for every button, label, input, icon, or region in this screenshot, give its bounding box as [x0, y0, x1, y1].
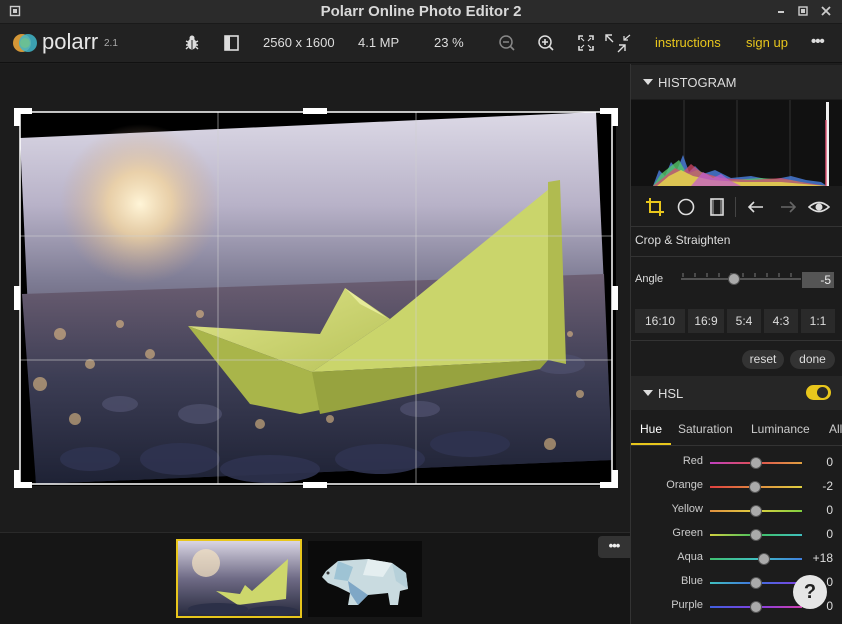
hsl-row-label: Blue: [680, 575, 703, 587]
redo-icon[interactable]: [778, 197, 798, 217]
histogram-graph: [631, 100, 842, 186]
rectangle-tool-icon[interactable]: [707, 197, 727, 217]
filmstrip: •••: [0, 532, 630, 624]
hsl-row-value: -2: [822, 479, 833, 493]
divider: [631, 256, 842, 257]
restore-icon[interactable]: [796, 5, 810, 19]
hsl-slider-knob[interactable]: [758, 553, 771, 565]
tab-luminance[interactable]: Luminance: [751, 422, 810, 436]
photo-image: [20, 112, 612, 484]
tab-hue[interactable]: Hue: [631, 412, 671, 445]
divider: [631, 340, 842, 341]
hsl-header[interactable]: HSL: [631, 376, 842, 410]
more-menu-button[interactable]: •••: [811, 33, 825, 50]
hsl-row-aqua: Aqua +18: [631, 547, 842, 571]
adjustments-panel: HISTOGRAM Crop & Straighten Angle -5 16:…: [630, 64, 842, 624]
toggle-knob: [817, 387, 828, 398]
hsl-row-red: Red 0: [631, 451, 842, 475]
ratio-16-10-button[interactable]: 16:10: [635, 309, 685, 333]
hsl-row-label: Purple: [671, 599, 703, 611]
hsl-enable-toggle[interactable]: [806, 385, 831, 400]
zoom-level: 23 %: [434, 35, 464, 50]
undo-icon[interactable]: [746, 197, 766, 217]
collapse-triangle-icon: [643, 390, 653, 396]
hsl-row-label: Green: [672, 527, 703, 539]
hsl-row-label: Orange: [666, 479, 703, 491]
hsl-row-green: Green 0: [631, 523, 842, 547]
tab-saturation[interactable]: Saturation: [678, 422, 733, 436]
tab-hue-label: Hue: [640, 422, 663, 436]
reset-button[interactable]: reset: [742, 350, 784, 369]
version-label: 2.1: [104, 38, 118, 49]
hsl-row-value: 0: [826, 599, 833, 613]
logo-text: polarr: [42, 29, 99, 54]
hsl-title: HSL: [658, 386, 684, 401]
image-megapixels: 4.1 MP: [358, 35, 400, 50]
ratio-1-1-button[interactable]: 1:1: [801, 309, 835, 333]
paper-boat-thumbnail[interactable]: [176, 539, 302, 618]
hsl-row-label: Yellow: [671, 503, 703, 515]
hsl-tabs: Hue Saturation Luminance All: [631, 412, 842, 446]
polarr-logo-icon: [12, 30, 38, 56]
window-title: Polarr Online Photo Editor 2: [320, 3, 522, 20]
hsl-slider-knob[interactable]: [750, 457, 762, 469]
ratio-16-9-button[interactable]: 16:9: [688, 309, 724, 333]
zoom-out-icon[interactable]: [497, 33, 517, 53]
hsl-slider-knob[interactable]: [750, 577, 762, 589]
bug-icon[interactable]: [182, 33, 202, 53]
tool-row: [631, 187, 842, 227]
hsl-row-value: 0: [826, 503, 833, 517]
angle-label: Angle: [635, 273, 664, 285]
hsl-slider-knob[interactable]: [750, 529, 762, 541]
hsl-row-value: 0: [826, 575, 833, 589]
filmstrip-more-button[interactable]: •••: [598, 536, 630, 558]
ratio-4-3-button[interactable]: 4:3: [764, 309, 798, 333]
tab-all[interactable]: All: [829, 422, 842, 436]
hsl-row-label: Red: [682, 455, 703, 467]
hsl-row-value: 0: [826, 455, 833, 469]
hsl-row-value: +18: [812, 551, 833, 565]
crop-section-title: Crop & Straighten: [635, 233, 731, 247]
image-dimensions: 2560 x 1600: [263, 35, 335, 50]
hsl-slider-knob[interactable]: [749, 481, 762, 493]
angle-value-input[interactable]: -5: [802, 272, 834, 288]
hsl-slider-knob[interactable]: [750, 601, 762, 613]
hsl-row-label: Aqua: [677, 551, 703, 563]
fit-screen-icon[interactable]: [576, 33, 596, 53]
preview-eye-icon[interactable]: [807, 197, 831, 217]
help-button[interactable]: ?: [793, 575, 827, 609]
hsl-row-orange: Orange -2: [631, 475, 842, 499]
hsl-slider-track[interactable]: [710, 558, 802, 560]
hsl-row-yellow: Yellow 0: [631, 499, 842, 523]
crop-tool-icon[interactable]: [645, 197, 665, 217]
sidebar-toggle-icon[interactable]: [222, 33, 242, 53]
close-icon[interactable]: [819, 5, 833, 19]
hsl-slider-knob[interactable]: [750, 505, 762, 517]
actual-size-icon[interactable]: [604, 33, 632, 53]
histogram-header[interactable]: HISTOGRAM: [631, 65, 842, 99]
zoom-in-icon[interactable]: [536, 33, 556, 53]
collapse-triangle-icon: [643, 79, 653, 85]
histogram-title: HISTOGRAM: [658, 75, 737, 90]
tool-divider: [735, 197, 736, 217]
polar-bear-thumbnail[interactable]: [308, 541, 422, 617]
instructions-link[interactable]: instructions: [655, 35, 721, 50]
minimize-icon[interactable]: [774, 5, 788, 19]
done-button[interactable]: done: [790, 350, 835, 369]
photo-canvas: [0, 64, 630, 532]
circle-tool-icon[interactable]: [676, 197, 696, 217]
hsl-row-value: 0: [826, 527, 833, 541]
sign-up-link[interactable]: sign up: [746, 35, 788, 50]
angle-slider[interactable]: [681, 268, 801, 288]
toolbar: polarr 2.1 2560 x 1600 4.1 MP 23 % instr…: [0, 24, 842, 63]
ratio-5-4-button[interactable]: 5:4: [727, 309, 761, 333]
title-bar: Polarr Online Photo Editor 2: [0, 0, 842, 24]
